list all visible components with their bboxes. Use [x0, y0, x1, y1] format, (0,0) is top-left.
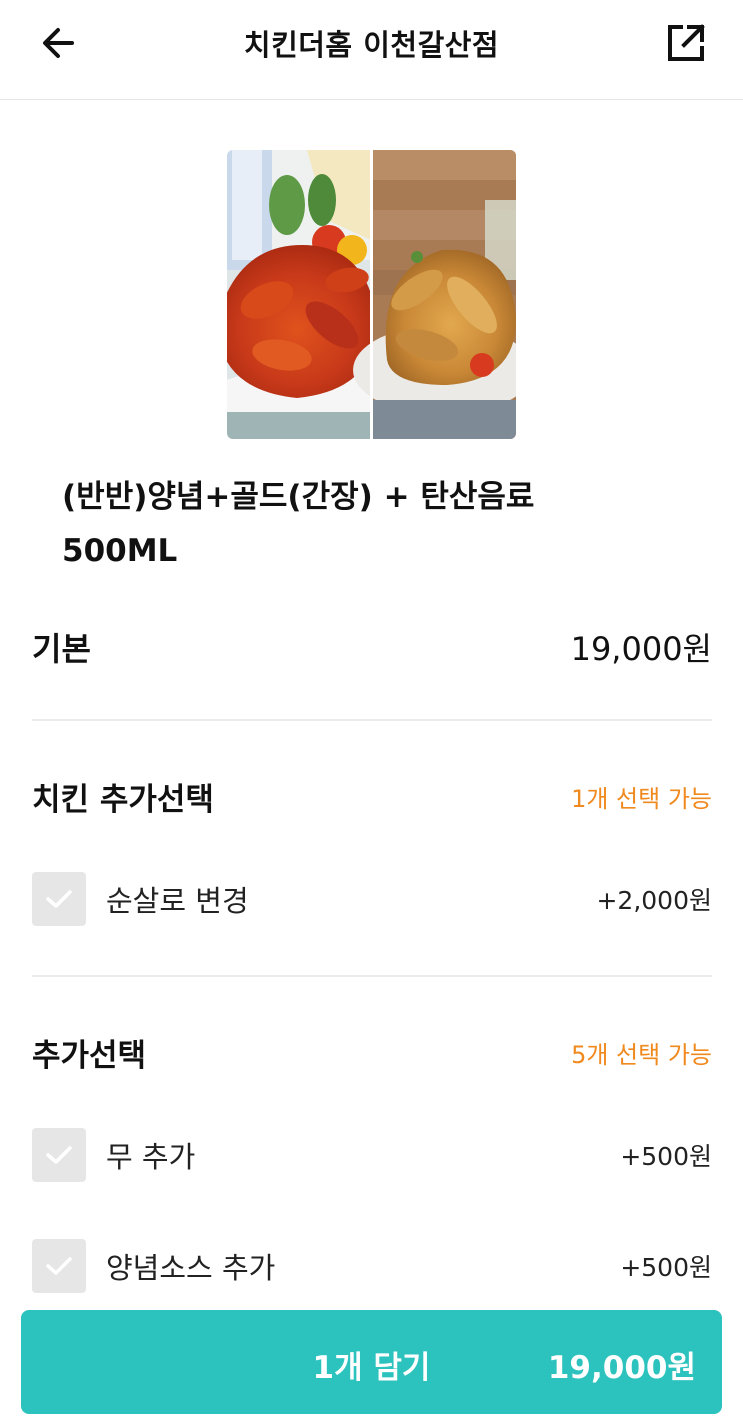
section-title: 치킨 추가선택: [32, 781, 214, 818]
check-icon: [46, 1146, 72, 1164]
base-price-value: 19,000원: [570, 630, 712, 668]
option-price: +2,000원: [596, 886, 712, 915]
base-price-row: 기본 19,000원: [32, 620, 712, 674]
section-header-extra-options: 추가선택 5개 선택 가능: [32, 1026, 712, 1078]
divider: [32, 719, 712, 721]
share-external-icon: [668, 24, 705, 61]
selection-limit-hint: 5개 선택 가능: [571, 1040, 712, 1069]
store-title: 치킨더홈 이천갈산점: [243, 28, 500, 62]
option-label: 순살로 변경: [106, 884, 249, 918]
share-button[interactable]: [660, 18, 712, 68]
option-label: 양념소스 추가: [106, 1251, 276, 1285]
product-name-line2: 500ML: [62, 533, 178, 569]
option-checkbox[interactable]: [32, 872, 86, 926]
option-price: +500원: [620, 1253, 712, 1282]
option-label: 무 추가: [106, 1140, 196, 1174]
top-app-bar: 치킨더홈 이천갈산점: [0, 0, 743, 100]
check-icon: [46, 1257, 72, 1275]
base-price-label: 기본: [32, 630, 91, 668]
section-header-chicken-options: 치킨 추가선택 1개 선택 가능: [32, 770, 712, 822]
check-icon: [46, 890, 72, 908]
option-row-boneless[interactable]: 순살로 변경 +2,000원: [32, 871, 712, 927]
product-name-line1: (반반)양념+골드(간장) + 탄산음료: [62, 479, 535, 515]
option-checkbox[interactable]: [32, 1239, 86, 1293]
option-checkbox[interactable]: [32, 1128, 86, 1182]
selection-limit-hint: 1개 선택 가능: [571, 784, 712, 813]
option-price: +500원: [620, 1142, 712, 1171]
option-row-radish[interactable]: 무 추가 +500원: [32, 1127, 712, 1183]
option-row-sauce[interactable]: 양념소스 추가 +500원: [32, 1238, 712, 1294]
section-title: 추가선택: [32, 1037, 147, 1074]
product-name: (반반)양념+골드(간장) + 탄산음료 500ML: [62, 470, 622, 578]
cart-total-price: 19,000원: [547, 1350, 696, 1386]
product-image: [227, 150, 516, 439]
divider: [32, 975, 712, 977]
add-to-cart-button[interactable]: 1개 담기 19,000원: [21, 1310, 722, 1414]
